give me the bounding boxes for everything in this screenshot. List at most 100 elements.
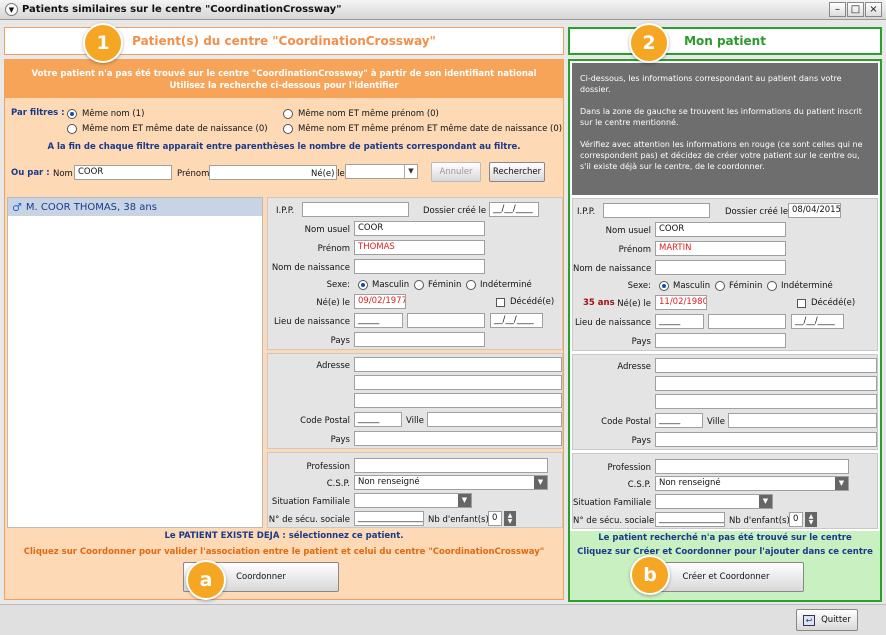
search-nom-input[interactable]: COOR [74,165,172,180]
dossier-input[interactable]: 08/04/2015 [788,203,841,218]
ville-label: Ville [406,416,424,426]
right-footer-line-2: Cliquez sur Créer et Coordonner pour l'a… [577,547,873,557]
window-title: Patients similaires sur le centre "Coord… [22,4,342,15]
lieu-cp-input[interactable]: _____ [655,314,704,329]
right-panel-header: Mon patient [568,27,882,55]
sexe-indetermine-radio[interactable] [466,280,476,290]
situation-label: Situation Familiale [573,498,652,508]
adresse-input-2[interactable] [655,376,877,391]
prenom-input[interactable]: THOMAS [354,240,485,255]
quitter-label: Quitter [821,615,851,625]
left-identity-box: I.P.P. Dossier créé le __/__/____ Nom us… [267,197,563,350]
decede-checkbox[interactable] [797,299,806,308]
banner-line-1: Votre patient n'a pas été trouvé sur le … [31,69,537,79]
nb-enfants-stepper[interactable]: ▲ ▼ [504,511,516,526]
filter-label-1: Même nom (1) [82,109,145,119]
nb-enfants-stepper[interactable]: ▲ ▼ [805,512,817,527]
feminin-label: Féminin [729,281,763,291]
sexe-feminin-radio[interactable] [414,280,424,290]
nele-label: Né(e) le [316,298,350,308]
pays-label: Pays [631,337,651,347]
lieu-ville-input[interactable] [407,313,485,328]
right-identity-box: I.P.P. Dossier créé le 08/04/2015 Nom us… [572,198,878,351]
left-panel: Votre patient n'a pas été trouvé sur le … [4,59,564,600]
nom-naissance-input[interactable] [655,260,786,275]
situation-select[interactable]: ▼ [354,493,472,508]
list-item-label: M. COOR THOMAS, 38 ans [25,201,157,213]
annuler-button[interactable]: Annuler [431,162,481,182]
ipp-input[interactable] [302,202,409,217]
quitter-button[interactable]: ↩ Quitter [796,609,858,631]
nele-input[interactable]: 11/02/1980 [655,295,707,310]
nom-usuel-input[interactable]: COOR [655,222,786,237]
secu-input[interactable]: ________________ [354,511,424,526]
prenom-input[interactable]: MARTIN [655,241,786,256]
code-postal-input[interactable]: _____ [655,413,703,428]
nb-enfants-input[interactable]: 0 [488,511,502,526]
profession-input[interactable] [354,458,548,473]
profession-input[interactable] [655,459,849,474]
code-postal-input[interactable]: _____ [354,412,402,427]
sexe-indetermine-radio[interactable] [767,281,777,291]
situation-label: Situation Familiale [271,497,350,507]
chevron-down-icon: ▼ [458,494,471,507]
step-badge-a: a [186,560,226,600]
nele-input[interactable]: 09/02/1977 [354,294,406,309]
filters-label: Par filtres : [11,108,65,118]
sexe-masculin-radio[interactable] [659,281,669,291]
pays-input[interactable] [354,332,485,347]
adresse-input-1[interactable] [354,357,562,372]
list-item[interactable]: ♂ M. COOR THOMAS, 38 ans [8,198,262,216]
right-info-box: Ci-dessous, les informations corresponda… [572,63,878,195]
adresse-input-3[interactable] [655,394,877,409]
pays-adresse-input[interactable] [354,431,562,446]
filter-label-2: Même nom ET même date de naissance (0) [82,124,268,134]
close-icon[interactable]: × [865,2,882,17]
left-address-box: Adresse Code Postal _____ Ville Pays [267,353,563,449]
csp-value: Non renseigné [358,477,420,487]
nom-naissance-input[interactable] [354,259,485,274]
ville-input[interactable] [427,412,562,427]
patient-list: ♂ M. COOR THOMAS, 38 ans [7,197,263,528]
pays-input[interactable] [655,333,786,348]
adresse-input-2[interactable] [354,375,562,390]
profession-label: Profession [306,462,350,472]
filter-radio-3[interactable] [283,109,293,119]
filter-radio-4[interactable] [283,124,293,134]
maximize-icon[interactable]: □ [847,2,864,17]
lieu-label: Lieu de naissance [273,317,350,327]
minimize-icon[interactable]: – [829,2,846,17]
indetermine-label: Indéterminé [781,281,833,291]
secu-label: N° de sécu. sociale [573,516,655,526]
filter-radio-1[interactable] [67,109,77,119]
lieu-cp-input[interactable]: _____ [354,313,403,328]
search-prenom-label: Prénom [177,169,210,179]
ville-input[interactable] [728,413,877,428]
filter-label-4: Même nom ET même prénom ET même date de … [298,124,563,134]
nb-enfants-input[interactable]: 0 [789,512,803,527]
filter-radio-2[interactable] [67,124,77,134]
nom-usuel-input[interactable]: COOR [354,221,485,236]
csp-select[interactable]: Non renseigné ▼ [655,476,849,491]
deces-date-input[interactable]: __/__/____ [490,313,543,328]
decede-checkbox[interactable] [496,298,505,307]
nom-naissance-label: Nom de naissance [573,264,652,274]
deces-date-input[interactable]: __/__/____ [791,314,844,329]
sexe-masculin-radio[interactable] [358,280,368,290]
ipp-input[interactable] [603,203,710,218]
pays-adresse-input[interactable] [655,432,877,447]
lieu-ville-input[interactable] [708,314,786,329]
adresse-input-1[interactable] [655,358,877,373]
csp-select[interactable]: Non renseigné ▼ [354,475,548,490]
search-nele-select[interactable]: ▼ [345,164,418,179]
window-menu-icon[interactable]: ▼ [5,3,18,16]
creer-coordonner-button[interactable]: Créer et Coordonner [648,562,804,592]
rechercher-button[interactable]: Rechercher [489,162,545,182]
ipp-label: I.P.P. [276,206,295,216]
secu-input[interactable]: ________________ [655,512,725,527]
adresse-input-3[interactable] [354,393,562,408]
dossier-input[interactable]: __/__/____ [489,202,539,217]
situation-select[interactable]: ▼ [655,494,773,509]
left-banner: Votre patient n'a pas été trouvé sur le … [5,60,563,98]
sexe-feminin-radio[interactable] [715,281,725,291]
